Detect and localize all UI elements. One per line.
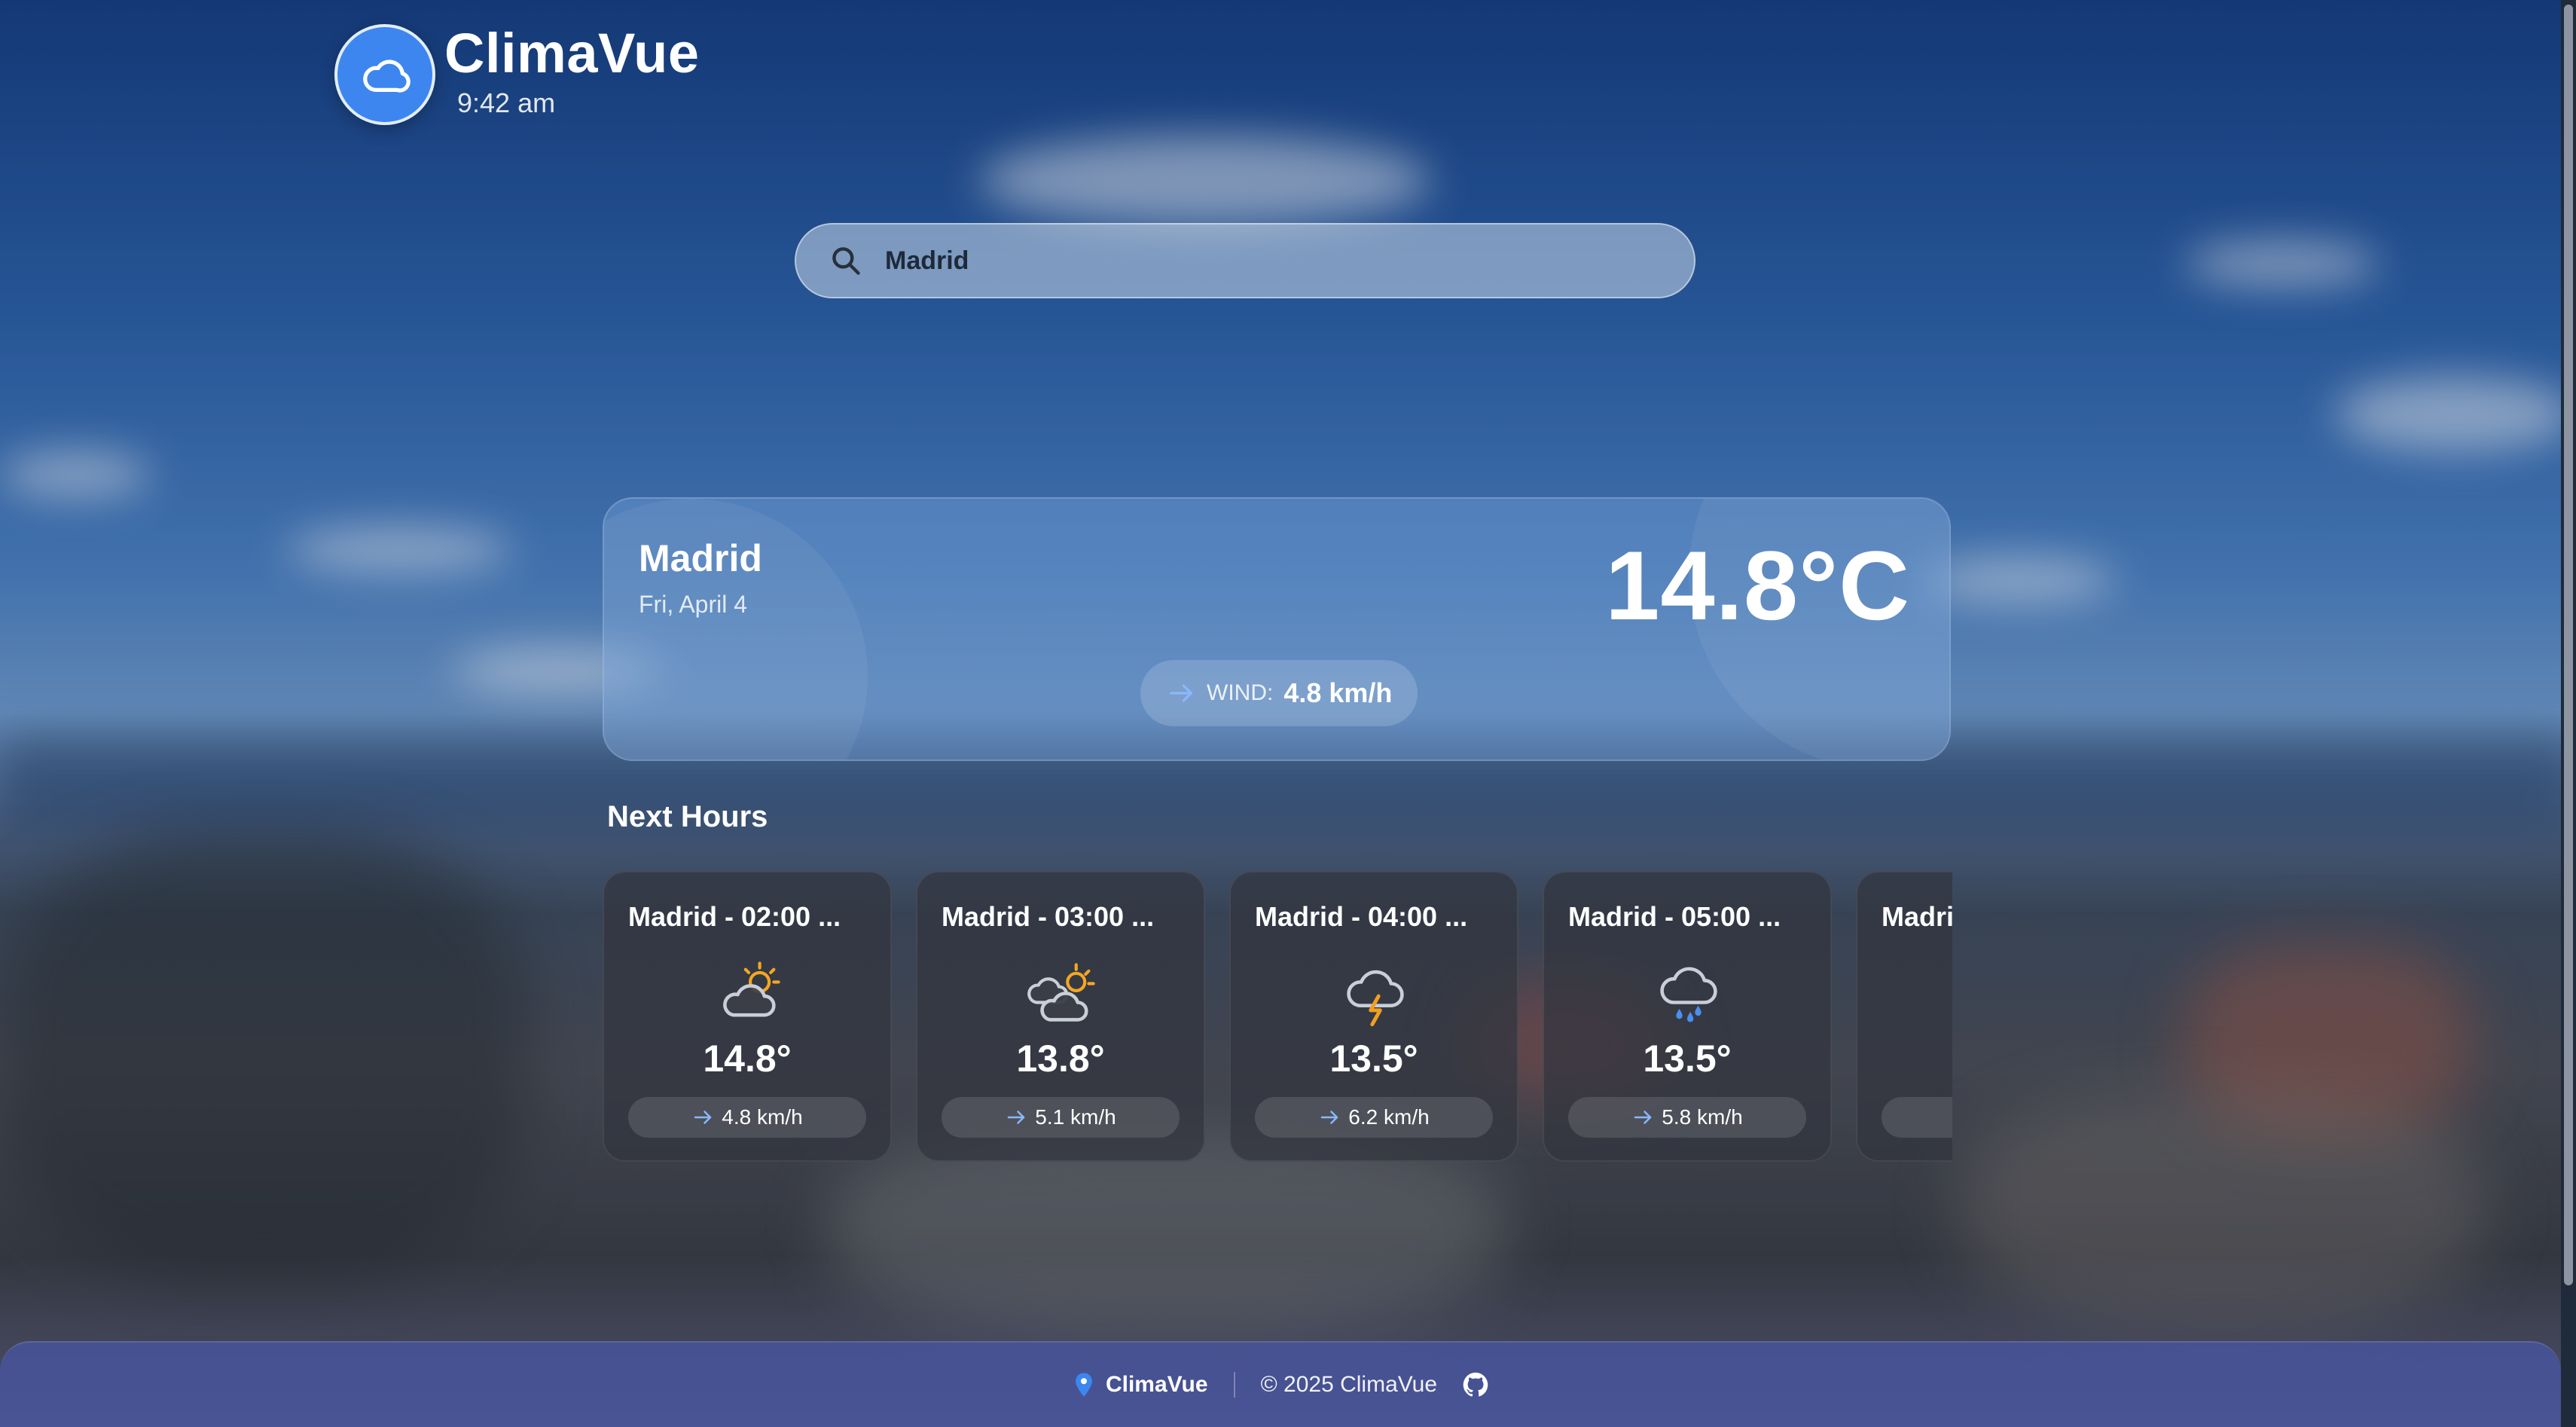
footer-brand-label: ClimaVue <box>1105 1372 1208 1397</box>
city-name: Madrid <box>639 537 762 579</box>
hour-temperature: 13.5° <box>1329 1037 1418 1080</box>
github-icon[interactable] <box>1463 1372 1488 1398</box>
footer: ClimaVue © 2025 ClimaVue <box>0 1341 2561 1427</box>
search-input[interactable] <box>885 246 1638 276</box>
current-weather-card: Madrid Fri, April 4 14.8°C WIND: 4.8 km/… <box>603 497 1951 761</box>
wind-value: 4.8 km/h <box>1283 677 1393 708</box>
hour-wind-value: 4.8 km/h <box>722 1105 803 1129</box>
hour-card[interactable]: Madrid - 03:00 ... 13.8° 5.1 km/h <box>916 871 1205 1162</box>
current-date: Fri, April 4 <box>639 591 748 618</box>
logo <box>334 24 435 125</box>
wind-arrow-icon <box>1170 684 1192 702</box>
hour-card-title: Madrid - 04:00 ... <box>1255 901 1468 932</box>
hour-temperature: 13.5° <box>1643 1037 1732 1080</box>
wind-label: WIND: <box>1207 680 1274 705</box>
current-time: 9:42 am <box>457 87 556 118</box>
hour-wind-value: 5.1 km/h <box>1035 1105 1116 1129</box>
rain-icon <box>1660 967 1717 1022</box>
wind-arrow-icon <box>1008 1111 1025 1124</box>
wind-arrow-icon <box>1634 1111 1652 1124</box>
footer-copyright: © 2025 ClimaVue <box>1260 1372 1438 1397</box>
hour-wind-value: 6.2 km/h <box>1348 1105 1430 1129</box>
current-temperature: 14.8°C <box>1605 530 1910 640</box>
wind-arrow-icon <box>694 1111 712 1124</box>
cloud-icon <box>363 60 411 93</box>
hour-wind-badge: 5.1 km/h <box>942 1097 1180 1138</box>
search-bar[interactable] <box>795 223 1695 298</box>
hour-card-title: Madrid - 05:00 ... <box>1568 901 1781 932</box>
location-pin-icon <box>1076 1373 1092 1397</box>
hour-wind-badge <box>1882 1097 1952 1138</box>
hour-wind-badge: 6.2 km/h <box>1255 1097 1493 1138</box>
cloudy-sun-icon <box>1027 963 1095 1022</box>
hour-card[interactable]: Madrid - 05:00 ... 13.5° 5.8 km/h <box>1543 871 1832 1162</box>
hour-wind-badge: 5.8 km/h <box>1568 1097 1806 1138</box>
hour-card-title: Madrid - 02:00 ... <box>628 901 841 932</box>
hour-temperature: 14.8° <box>703 1037 792 1080</box>
hour-card[interactable]: Madri <box>1856 871 1952 1162</box>
hour-card-title: Madrid - 03:00 ... <box>942 901 1155 932</box>
wind-arrow-icon <box>1321 1111 1338 1124</box>
hour-temperature: 13.8° <box>1016 1037 1105 1080</box>
next-hours-title: Next Hours <box>607 800 768 833</box>
partly-cloudy-icon <box>723 961 780 1017</box>
hour-card[interactable]: Madrid - 02:00 ... 14.8° 4.8 km/h <box>603 871 892 1162</box>
scrollbar-thumb[interactable] <box>2564 5 2573 1285</box>
page-scrollbar[interactable] <box>2561 0 2576 1427</box>
hourly-forecast-carousel[interactable]: Madrid - 02:00 ... 14.8° 4.8 km/h Madrid… <box>603 871 1952 1165</box>
wind-badge: WIND: 4.8 km/h <box>1140 660 1418 726</box>
hour-card[interactable]: Madrid - 04:00 ... 13.5° 6.2 km/h <box>1229 871 1518 1162</box>
hour-card-title: Madri <box>1882 901 1952 932</box>
thunderstorm-icon <box>1347 970 1404 1027</box>
footer-brand[interactable]: ClimaVue <box>1073 1372 1208 1398</box>
search-icon <box>832 247 860 275</box>
app-title: ClimaVue <box>444 22 700 84</box>
footer-divider <box>1233 1372 1235 1398</box>
hour-wind-badge: 4.8 km/h <box>628 1097 866 1138</box>
hour-wind-value: 5.8 km/h <box>1662 1105 1743 1129</box>
